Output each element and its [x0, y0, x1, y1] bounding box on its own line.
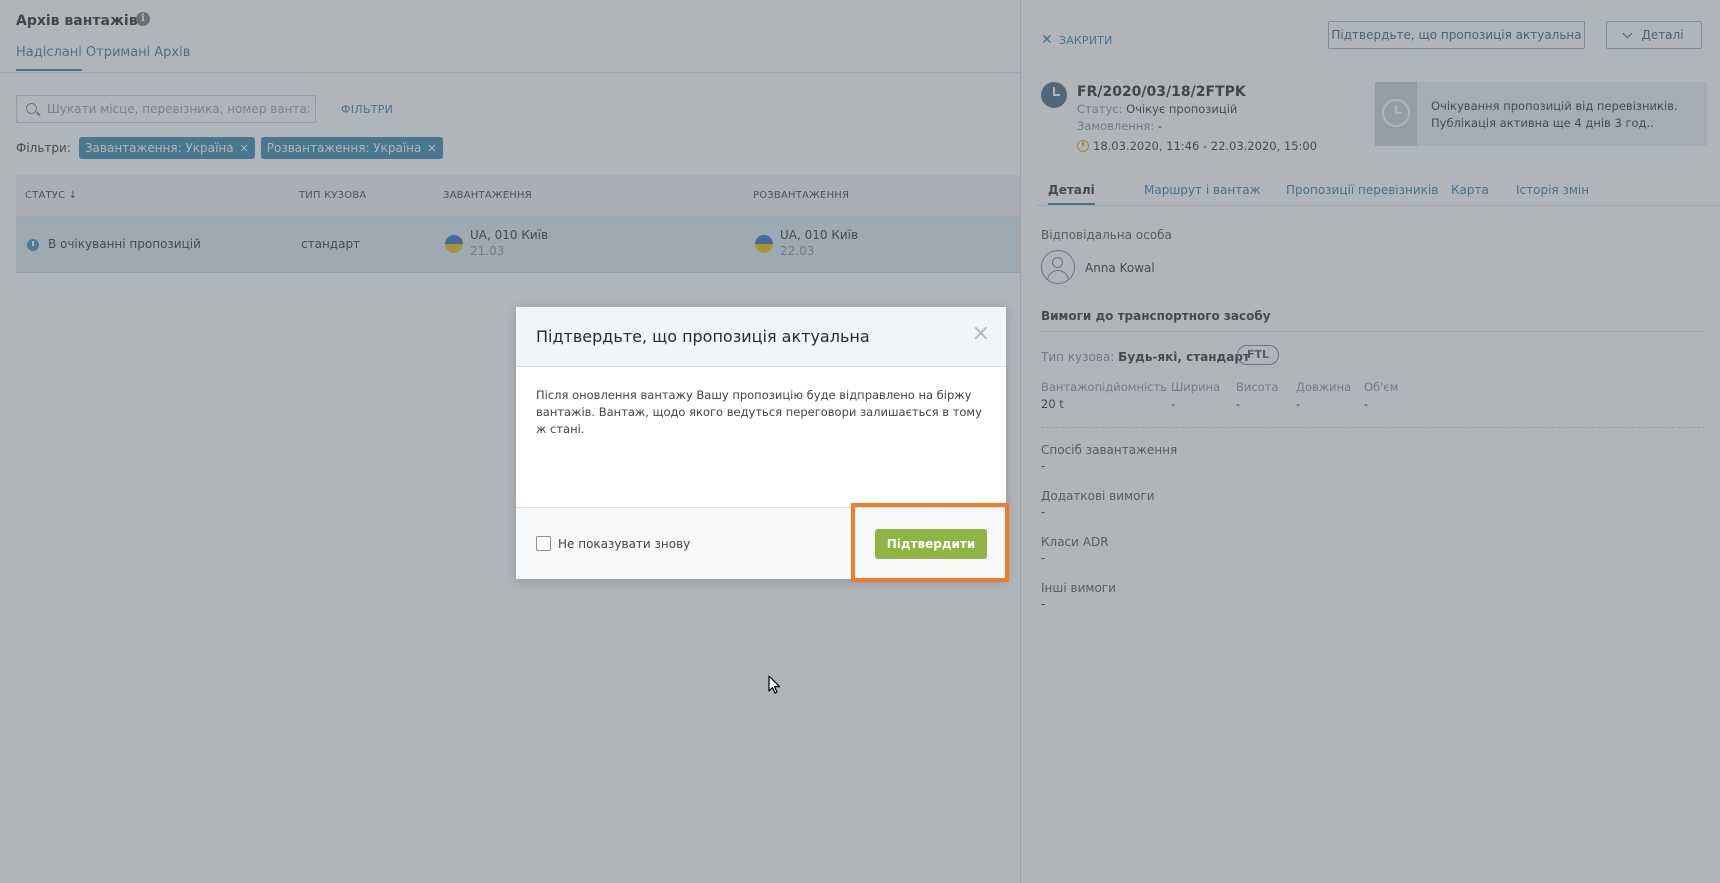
dialog-footer: Не показувати знову Підтвердити	[516, 503, 1009, 582]
dialog-header: Підтвердьте, що пропозиція актуальна ×	[516, 307, 1006, 367]
dialog-body-line-1: Після оновлення вантажу Вашу пропозицію …	[536, 388, 972, 402]
close-icon[interactable]: ×	[972, 323, 990, 345]
dialog-body: Після оновлення вантажу Вашу пропозицію …	[536, 387, 986, 438]
confirm-dialog: Підтвердьте, що пропозиція актуальна × П…	[516, 307, 1009, 582]
dialog-body-line-2: вантажів. Вантаж, щодо якого ведуться пе…	[536, 405, 982, 436]
mouse-cursor-icon	[768, 675, 781, 694]
confirm-button[interactable]: Підтвердити	[875, 529, 987, 559]
dont-show-again-checkbox[interactable]	[536, 536, 551, 551]
dialog-title: Підтвердьте, що пропозиція актуальна	[536, 327, 870, 346]
dont-show-again-label[interactable]: Не показувати знову	[558, 537, 690, 551]
